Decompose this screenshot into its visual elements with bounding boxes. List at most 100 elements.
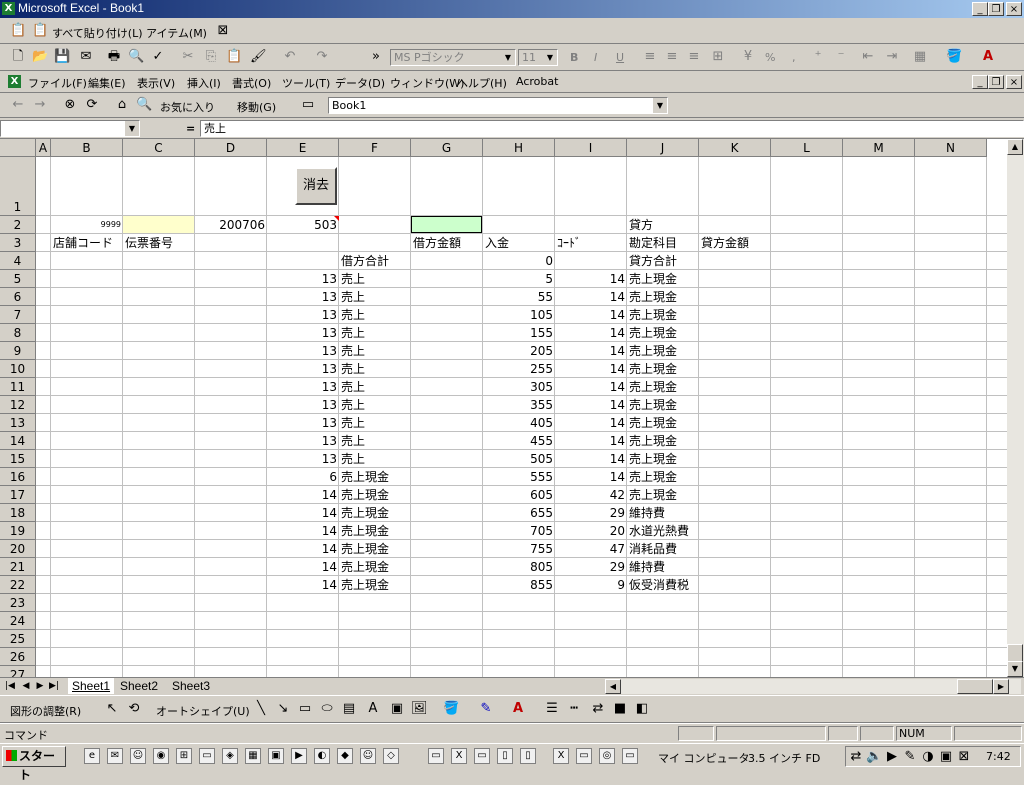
back-icon[interactable]: ← bbox=[10, 97, 26, 113]
row-header[interactable]: 14 bbox=[0, 432, 36, 450]
row-header[interactable]: 2 bbox=[0, 216, 36, 234]
forward-icon[interactable]: → bbox=[32, 97, 48, 113]
menu-window[interactable]: ウィンドウ(W) bbox=[390, 75, 464, 91]
cell-J6[interactable]: 売上現金 bbox=[627, 288, 699, 306]
decrease-decimal-icon[interactable]: ⁻ bbox=[833, 49, 849, 65]
cell-F7[interactable]: 売上 bbox=[339, 306, 411, 324]
cell-E21[interactable]: 14 bbox=[267, 558, 339, 576]
cell-H10[interactable]: 255 bbox=[483, 360, 555, 378]
cell-F22[interactable]: 売上現金 bbox=[339, 576, 411, 594]
row-header[interactable]: 21 bbox=[0, 558, 36, 576]
cell-I11[interactable]: 14 bbox=[555, 378, 627, 396]
cell-E20[interactable]: 14 bbox=[267, 540, 339, 558]
cell-F10[interactable]: 売上 bbox=[339, 360, 411, 378]
3d-icon[interactable]: ◧ bbox=[634, 701, 650, 717]
column-header[interactable]: F bbox=[339, 139, 411, 157]
menu-data[interactable]: データ(D) bbox=[335, 75, 385, 91]
smiley-icon[interactable]: ☺ bbox=[360, 748, 376, 764]
outlook-icon[interactable]: ✉ bbox=[107, 748, 123, 764]
minimize-button[interactable]: _ bbox=[972, 2, 988, 16]
scroll-down-icon[interactable]: ▼ bbox=[1007, 661, 1023, 677]
mail-icon[interactable]: ✉ bbox=[78, 49, 94, 65]
media-icon[interactable]: ▶ bbox=[291, 748, 307, 764]
cell-I12[interactable]: 14 bbox=[555, 396, 627, 414]
font-name-select[interactable]: MS Pゴシック ▼ bbox=[390, 49, 516, 66]
stop-icon[interactable]: ⊗ bbox=[62, 97, 78, 113]
cell-I17[interactable]: 42 bbox=[555, 486, 627, 504]
search-web-icon[interactable]: 🔍 bbox=[136, 97, 152, 113]
cell-B3[interactable]: 店舗コード bbox=[51, 234, 123, 252]
select-all-corner[interactable] bbox=[0, 139, 36, 157]
line-style-icon[interactable]: ☰ bbox=[544, 701, 560, 717]
cell-E15[interactable]: 13 bbox=[267, 450, 339, 468]
tab-sheet1[interactable]: Sheet1 bbox=[68, 678, 115, 694]
cell-H3[interactable]: 入金 bbox=[483, 234, 555, 252]
cell-F14[interactable]: 売上 bbox=[339, 432, 411, 450]
font-color-draw-icon[interactable]: A bbox=[510, 701, 526, 717]
cell-I9[interactable]: 14 bbox=[555, 342, 627, 360]
line-icon[interactable]: ╲ bbox=[253, 701, 269, 717]
monitor-icon[interactable]: ▭ bbox=[199, 748, 215, 764]
input-cell-G2[interactable] bbox=[411, 216, 482, 233]
cell-H6[interactable]: 55 bbox=[483, 288, 555, 306]
cell-F4[interactable]: 借方合計 bbox=[339, 252, 411, 270]
cell-G3[interactable]: 借方金額 bbox=[411, 234, 483, 252]
free-rotate-icon[interactable]: ⟲ bbox=[126, 701, 142, 717]
cell-E12[interactable]: 13 bbox=[267, 396, 339, 414]
cell-H11[interactable]: 305 bbox=[483, 378, 555, 396]
merge-center-icon[interactable]: ⊞ bbox=[710, 49, 726, 65]
cell-I16[interactable]: 14 bbox=[555, 468, 627, 486]
textbox-icon[interactable]: ▤ bbox=[341, 701, 357, 717]
ie-icon[interactable]: e bbox=[84, 748, 100, 764]
cell-I6[interactable]: 14 bbox=[555, 288, 627, 306]
undo-icon[interactable]: ↶ bbox=[282, 49, 298, 65]
cell-E5[interactable]: 13 bbox=[267, 270, 339, 288]
my-computer-label[interactable]: マイ コンピュータ bbox=[658, 750, 750, 766]
cell-I21[interactable]: 29 bbox=[555, 558, 627, 576]
row-header[interactable]: 23 bbox=[0, 594, 36, 612]
cell-F8[interactable]: 売上 bbox=[339, 324, 411, 342]
cell-J10[interactable]: 売上現金 bbox=[627, 360, 699, 378]
home-icon[interactable]: ⌂ bbox=[114, 97, 130, 113]
cell-E10[interactable]: 13 bbox=[267, 360, 339, 378]
clipart-icon[interactable]: ▣ bbox=[389, 701, 405, 717]
row-header[interactable]: 4 bbox=[0, 252, 36, 270]
show-only-web-toolbar-icon[interactable]: ▭ bbox=[300, 97, 316, 113]
cell-I13[interactable]: 14 bbox=[555, 414, 627, 432]
cell-H7[interactable]: 105 bbox=[483, 306, 555, 324]
row-header[interactable]: 9 bbox=[0, 342, 36, 360]
italic-button[interactable]: I bbox=[594, 51, 597, 64]
row-header[interactable]: 18 bbox=[0, 504, 36, 522]
row-header[interactable]: 12 bbox=[0, 396, 36, 414]
underline-button[interactable]: U bbox=[616, 51, 624, 64]
row-header[interactable]: 25 bbox=[0, 630, 36, 648]
cell-E13[interactable]: 13 bbox=[267, 414, 339, 432]
cell-E8[interactable]: 13 bbox=[267, 324, 339, 342]
row-header[interactable]: 3 bbox=[0, 234, 36, 252]
folder-icon[interactable]: ▭ bbox=[474, 748, 490, 764]
column-header[interactable]: B bbox=[51, 139, 123, 157]
line-color-icon[interactable]: ✎ bbox=[478, 701, 494, 717]
autoshape-button[interactable]: オートシェイプ(U) bbox=[156, 703, 250, 719]
cell-F19[interactable]: 売上現金 bbox=[339, 522, 411, 540]
row-header[interactable]: 24 bbox=[0, 612, 36, 630]
menu-view[interactable]: 表示(V) bbox=[137, 75, 175, 91]
row-header[interactable]: 26 bbox=[0, 648, 36, 666]
go-button[interactable]: 移動(G) bbox=[237, 99, 276, 115]
cell-I15[interactable]: 14 bbox=[555, 450, 627, 468]
cell-H16[interactable]: 555 bbox=[483, 468, 555, 486]
percent-button[interactable]: % bbox=[765, 51, 775, 64]
row-header[interactable]: 13 bbox=[0, 414, 36, 432]
select-objects-icon[interactable]: ↖ bbox=[104, 701, 120, 717]
last-sheet-icon[interactable]: ▶| bbox=[46, 678, 62, 694]
menu-edit[interactable]: 編集(E) bbox=[88, 75, 126, 91]
cell-I7[interactable]: 14 bbox=[555, 306, 627, 324]
excel-icon[interactable]: X bbox=[2, 2, 15, 15]
open-icon[interactable]: 📂 bbox=[32, 49, 48, 65]
column-header[interactable]: D bbox=[195, 139, 267, 157]
row-header[interactable]: 22 bbox=[0, 576, 36, 594]
shadow-icon[interactable]: ■ bbox=[612, 701, 628, 717]
app-icon[interactable]: ◆ bbox=[337, 748, 353, 764]
name-box[interactable]: ▼ bbox=[0, 120, 140, 137]
cell-E7[interactable]: 13 bbox=[267, 306, 339, 324]
